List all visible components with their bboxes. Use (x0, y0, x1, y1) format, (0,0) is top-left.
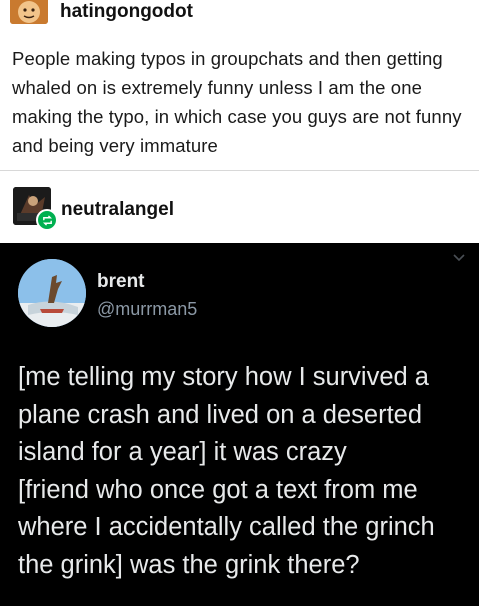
chevron-down-icon[interactable] (451, 249, 467, 265)
reblog-icon (36, 209, 58, 231)
original-post-text: People making typos in groupchats and th… (12, 48, 462, 156)
tweet-avatar[interactable] (18, 259, 86, 327)
embedded-tweet: brent @murrman5 [me telling my story how… (0, 243, 479, 606)
avatar[interactable] (10, 0, 48, 24)
divider (0, 170, 479, 171)
tumblr-post: hatingongodot People making typos in gro… (0, 0, 479, 606)
reblogger-username[interactable]: neutralangel (61, 199, 174, 221)
original-post-header: hatingongodot (0, 0, 479, 30)
tweet-body: [me telling my story how I survived a pl… (18, 363, 435, 579)
tweet-handle[interactable]: @murrman5 (97, 299, 197, 320)
original-poster-username[interactable]: hatingongodot (60, 1, 193, 23)
tweet-display-name[interactable]: brent (97, 271, 145, 293)
